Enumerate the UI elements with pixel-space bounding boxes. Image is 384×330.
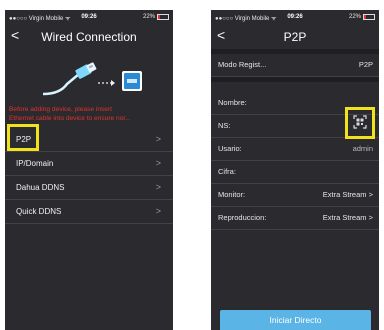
menu-item-label: IP/Domain xyxy=(16,159,54,168)
start-live-button[interactable]: Iniciar Directo xyxy=(220,310,371,330)
menu-item-quick-ddns[interactable]: Quick DDNS > xyxy=(5,200,173,224)
battery-icon xyxy=(363,14,375,20)
status-bar: ●●○○○ Virgin Mobile ᯤ 09:26 22% xyxy=(5,10,173,25)
battery-status: 22% xyxy=(143,14,169,20)
warning-line: Before adding device, please insert xyxy=(9,106,113,113)
menu-item-label: Quick DDNS xyxy=(16,207,62,216)
battery-status: 22% xyxy=(349,14,375,20)
username-value: admin xyxy=(352,144,373,153)
password-label: Cifra: xyxy=(218,167,236,176)
chevron-right-icon: > xyxy=(155,134,161,144)
playback-stream-row[interactable]: Reproduccion: Extra Stream > xyxy=(211,207,379,230)
router-icon xyxy=(122,71,142,91)
warning-line: Ethernet cable into device to ensure nor… xyxy=(9,114,131,122)
chevron-right-icon: > xyxy=(368,190,373,199)
sn-label: NS: xyxy=(218,121,231,130)
registration-mode-row[interactable]: Modo Regist... P2P xyxy=(211,54,379,77)
section-divider xyxy=(211,77,379,82)
monitor-stream-row[interactable]: Monitor: Extra Stream > xyxy=(211,184,379,207)
menu-item-label: Dahua DDNS xyxy=(16,183,65,192)
playback-value: Extra Stream > xyxy=(322,213,373,222)
battery-icon xyxy=(157,14,169,20)
battery-percent: 22% xyxy=(348,14,361,20)
password-field[interactable]: Cifra: xyxy=(211,161,379,184)
qr-scan-icon[interactable] xyxy=(353,115,367,129)
username-field[interactable]: Usario: admin xyxy=(211,138,379,161)
registration-mode-value: P2P xyxy=(358,60,373,69)
status-bar: ●●○○○ Virgin Mobile ᯤ 09:26 22% xyxy=(211,10,379,25)
chevron-right-icon: > xyxy=(155,158,161,168)
connection-illustration xyxy=(5,50,173,106)
chevron-right-icon: > xyxy=(155,182,161,192)
nav-bar: < P2P xyxy=(211,25,379,49)
menu-item-ip-domain[interactable]: IP/Domain > xyxy=(5,152,173,176)
registration-mode-label: Modo Regist... xyxy=(218,60,267,69)
chevron-right-icon: > xyxy=(155,206,161,216)
monitor-label: Monitor: xyxy=(218,190,246,199)
playback-label: Reproduccion: xyxy=(218,213,267,222)
ethernet-cable-icon xyxy=(42,62,142,96)
battery-percent: 22% xyxy=(142,14,155,20)
wired-connection-screen: ●●○○○ Virgin Mobile ᯤ 09:26 22% < Wired … xyxy=(5,10,173,330)
menu-item-dahua-ddns[interactable]: Dahua DDNS > xyxy=(5,176,173,200)
username-label: Usario: xyxy=(218,144,242,153)
page-title: Wired Connection xyxy=(41,30,137,44)
page-title: P2P xyxy=(283,30,307,44)
name-label: Nombre: xyxy=(218,98,247,107)
chevron-right-icon: > xyxy=(368,213,373,222)
warning-message: Before adding device, please insert Ethe… xyxy=(9,106,171,123)
monitor-value: Extra Stream > xyxy=(322,190,373,199)
nav-bar: < Wired Connection xyxy=(5,25,173,49)
p2p-highlight-box xyxy=(7,124,39,151)
p2p-settings-screen: ●●○○○ Virgin Mobile ᯤ 09:26 22% < P2P Mo… xyxy=(211,10,379,330)
